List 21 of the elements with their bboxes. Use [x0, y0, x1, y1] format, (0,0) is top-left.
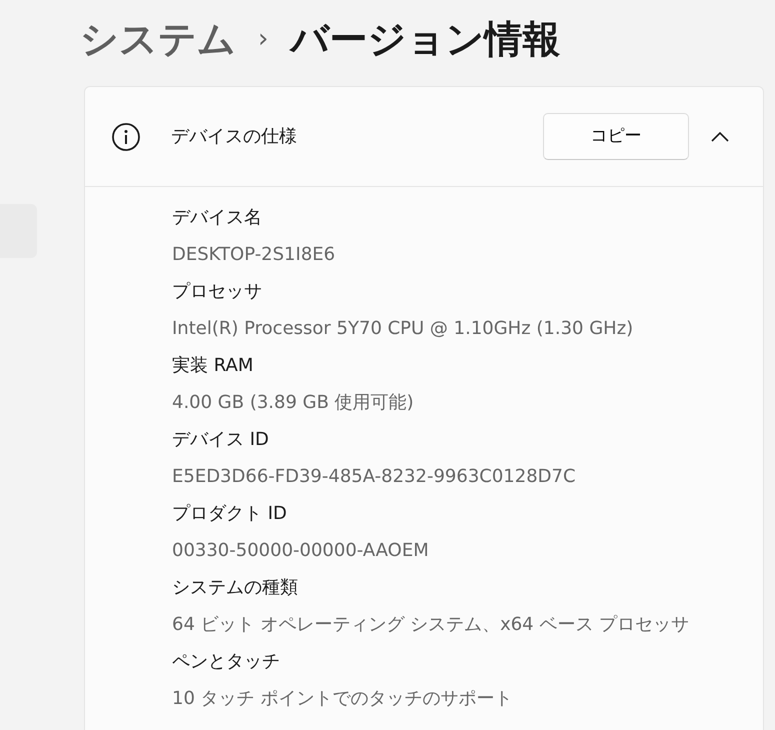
copy-button[interactable]: コピー — [543, 113, 689, 160]
breadcrumb-separator: › — [258, 22, 268, 56]
spec-value: 10 タッチ ポイントでのタッチのサポート — [172, 687, 514, 711]
spec-value: E5ED3D66-FD39-485A-8232-9963C0128D7C — [172, 465, 577, 489]
info-icon — [111, 122, 141, 152]
section-title: デバイスの仕様 — [171, 125, 298, 149]
spec-label: デバイス名 — [172, 206, 263, 230]
spec-label: プロダクト ID — [172, 502, 288, 526]
spec-label: デバイス ID — [172, 428, 270, 452]
spec-label: プロセッサ — [172, 280, 263, 304]
spec-value: Intel(R) Processor 5Y70 CPU @ 1.10GHz (1.30 GHz) — [172, 317, 634, 341]
breadcrumb-link[interactable]: システム — [80, 20, 236, 58]
page-title: バージョン情報 — [290, 20, 560, 58]
spec-label: ペンとタッチ — [172, 650, 281, 674]
spec-value: DESKTOP-2S1I8E6 — [172, 243, 336, 267]
spec-label: 実装 RAM — [172, 354, 254, 378]
chevron-icon[interactable] — [711, 132, 729, 142]
spec-value: 00330-50000-00000-AAOEM — [172, 539, 430, 563]
spec-value: 64 ビット オペレーティング システム、x64 ベース プロセッサ — [172, 613, 690, 637]
spec-value: 4.00 GB (3.89 GB 使用可能) — [172, 391, 415, 415]
spec-label: システムの種類 — [172, 576, 299, 600]
